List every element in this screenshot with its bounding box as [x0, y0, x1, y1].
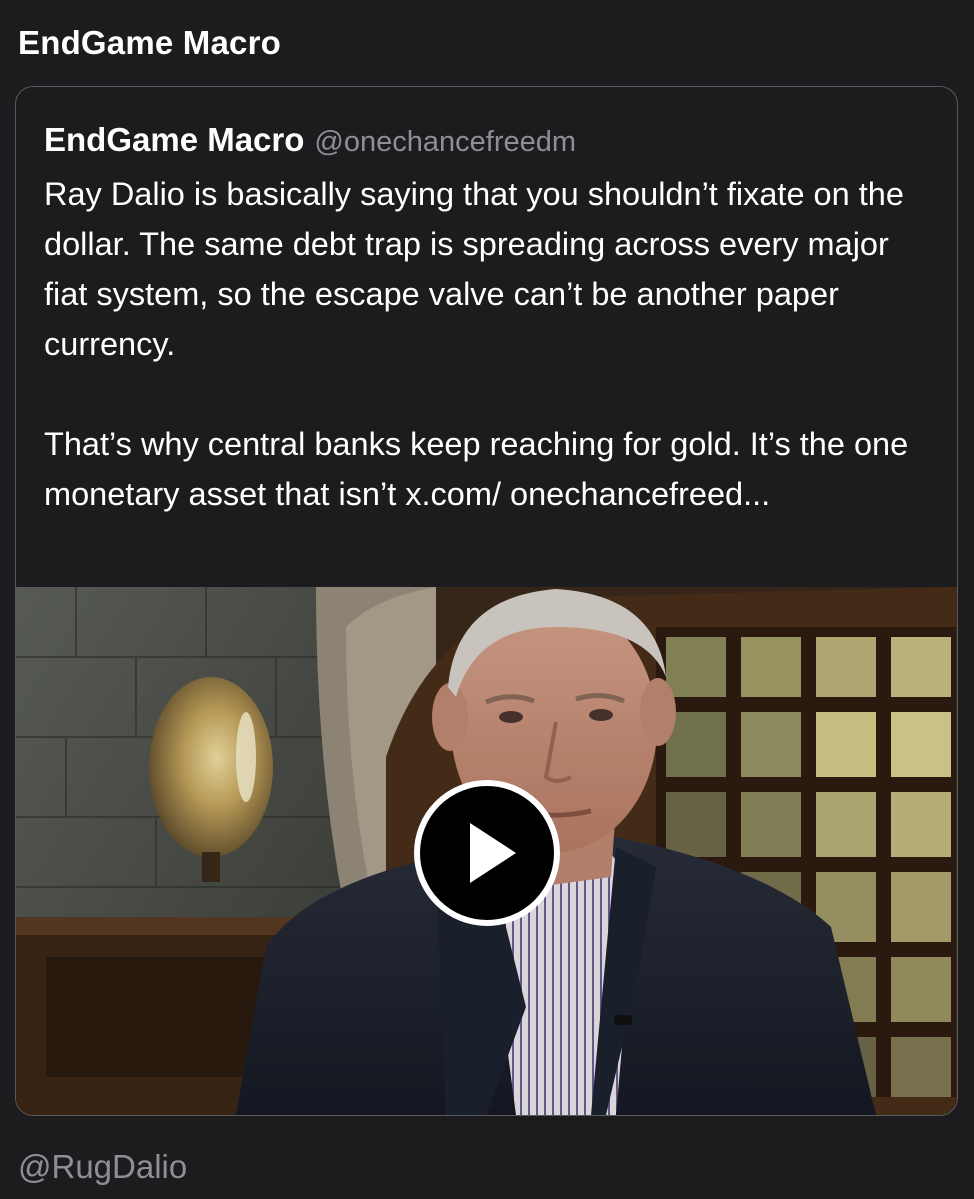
post-author-name[interactable]: EndGame Macro — [18, 24, 281, 62]
quoted-author-handle[interactable]: @onechancefreedm — [314, 126, 576, 158]
quoted-post-paragraph: Ray Dalio is basically saying that you s… — [44, 176, 904, 362]
quoted-post-paragraph[interactable]: That’s why central banks keep reaching f… — [44, 419, 924, 519]
post-screenshot: EndGame Macro EndGame Macro @onechancefre… — [0, 0, 974, 1199]
play-icon — [470, 823, 516, 883]
quoted-post-card[interactable]: EndGame Macro @onechancefreedm Ray Dalio … — [15, 86, 958, 1116]
quoted-post-text: Ray Dalio is basically saying that you s… — [44, 169, 924, 519]
quoted-post-header: EndGame Macro @onechancefreedm — [44, 121, 576, 159]
quoted-author-name[interactable]: EndGame Macro — [44, 121, 304, 158]
footer-handle[interactable]: @RugDalio — [18, 1148, 187, 1186]
video-thumbnail[interactable] — [16, 587, 957, 1115]
play-button[interactable] — [414, 780, 560, 926]
